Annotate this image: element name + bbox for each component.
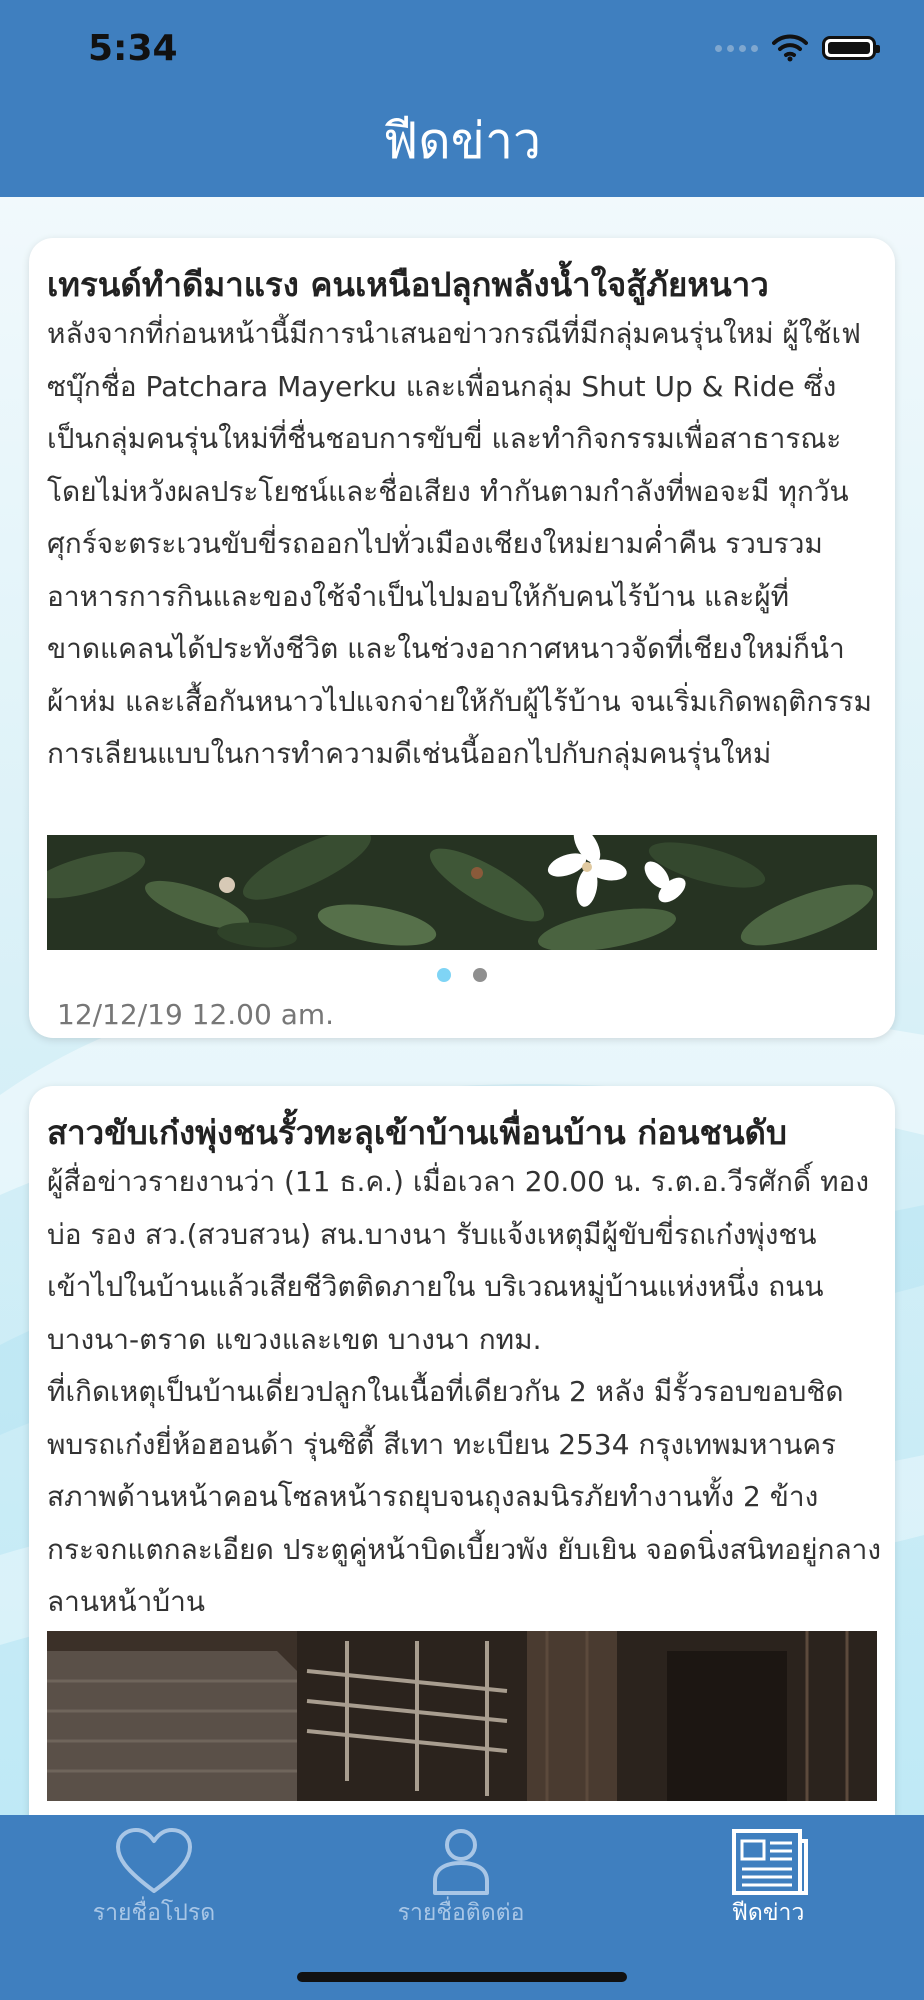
tab-favorites[interactable]: รายชื่อโปรด: [29, 1815, 279, 1935]
home-indicator[interactable]: [297, 1972, 627, 1982]
tab-contacts[interactable]: รายชื่อติดต่อ: [336, 1815, 586, 1935]
tab-bar: รายชื่อโปรด รายชื่อติดต่อ ฟีดข่าว: [0, 1815, 924, 2000]
person-icon: [433, 1829, 489, 1895]
news-title: เทรนด์ทำดีมาแรง คนเหนือปลุกพลังน้ำใจสู้ภ…: [47, 265, 769, 304]
news-image-carousel[interactable]: [47, 1631, 877, 1801]
news-image: [47, 835, 877, 950]
page-dot[interactable]: [473, 968, 487, 982]
page-title: ฟีดข่าว: [382, 112, 542, 170]
news-image: [47, 1631, 877, 1801]
status-icons: [715, 34, 880, 62]
heart-icon: [116, 1828, 192, 1893]
battery-icon: [822, 36, 880, 60]
news-card[interactable]: สาวขับเก๋งพุ่งชนรั้วทะลุเข้าบ้านเพื่อนบ้…: [29, 1086, 895, 1846]
news-image-carousel[interactable]: [47, 835, 877, 950]
newspaper-icon: [732, 1829, 808, 1895]
wifi-icon: [772, 34, 808, 62]
tab-label: รายชื่อโปรด: [92, 1900, 216, 1926]
tab-news-feed[interactable]: ฟีดข่าว: [643, 1815, 893, 1935]
news-body: หลังจากที่ก่อนหน้านี้มีการนำเสนอข่าวกรณี…: [47, 317, 872, 770]
navigation-header: 5:34 ฟีดข่าว: [0, 0, 924, 197]
carousel-page-indicator[interactable]: [29, 968, 895, 982]
news-date: 12/12/19 12.00 am.: [57, 998, 335, 1031]
page-dot-active[interactable]: [437, 968, 451, 982]
news-title: สาวขับเก๋งพุ่งชนรั้วทะลุเข้าบ้านเพื่อนบ้…: [47, 1113, 787, 1152]
status-time: 5:34: [88, 28, 178, 69]
tab-label: ฟีดข่าว: [731, 1900, 805, 1926]
signal-icon: [715, 44, 758, 52]
news-card[interactable]: เทรนด์ทำดีมาแรง คนเหนือปลุกพลังน้ำใจสู้ภ…: [29, 238, 895, 1038]
news-body: ผู้สื่อข่าวรายงานว่า (11 ธ.ค.) เมื่อเวลา…: [47, 1165, 882, 1618]
tab-label: รายชื่อติดต่อ: [397, 1900, 525, 1926]
